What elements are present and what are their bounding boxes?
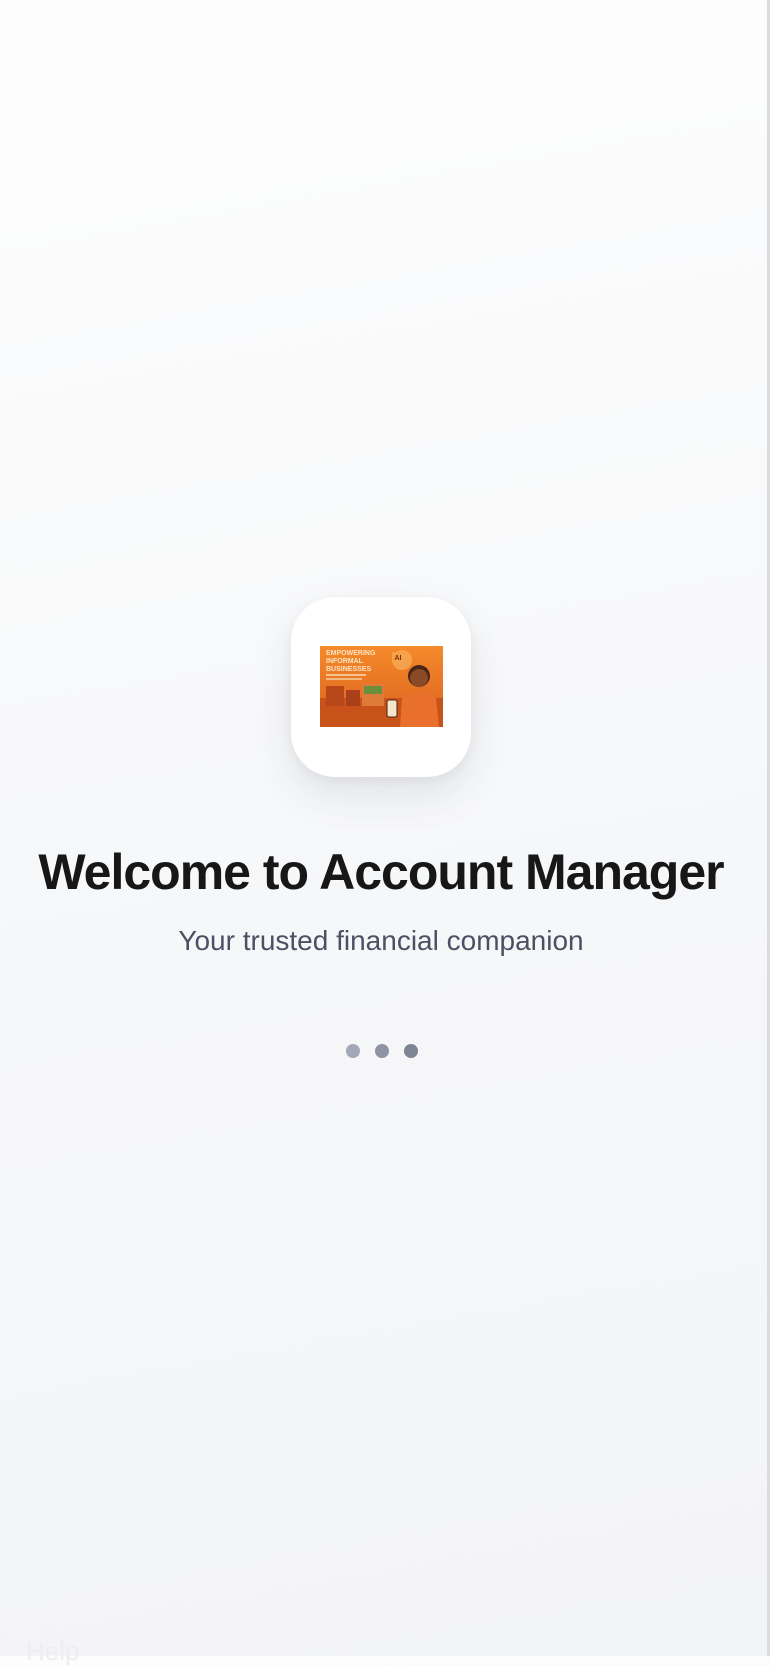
loading-indicator [346,1044,418,1058]
welcome-subtitle: Your trusted financial companion [178,925,584,956]
welcome-title: Welcome to Account Manager [38,844,724,900]
faint-footer-text: Help [26,1636,80,1666]
app-logo-card: AI EMPOWERING INFORMAL BUSINESSES [291,597,471,777]
logo-building-1 [326,686,344,706]
logo-person-face [410,669,428,687]
loading-dot [346,1044,360,1058]
logo-building-2 [346,690,360,706]
svg-text:INFORMAL: INFORMAL [326,658,364,665]
splash-screen: AI EMPOWERING INFORMAL BUSINESSES Welcom… [0,0,768,1666]
app-logo-illustration: AI EMPOWERING INFORMAL BUSINESSES [320,646,443,727]
svg-text:AI: AI [395,655,402,662]
svg-text:BUSINESSES: BUSINESSES [326,666,371,673]
logo-phone [386,699,398,718]
logo-tagline-line-2 [326,678,362,680]
loading-dot [375,1044,389,1058]
svg-text:EMPOWERING: EMPOWERING [326,650,376,657]
loading-dot [404,1044,418,1058]
logo-tagline-line-1 [326,674,366,676]
logo-stall-sign [364,686,382,694]
app-logo-image: AI EMPOWERING INFORMAL BUSINESSES [320,646,443,727]
logo-person-body [400,693,439,727]
